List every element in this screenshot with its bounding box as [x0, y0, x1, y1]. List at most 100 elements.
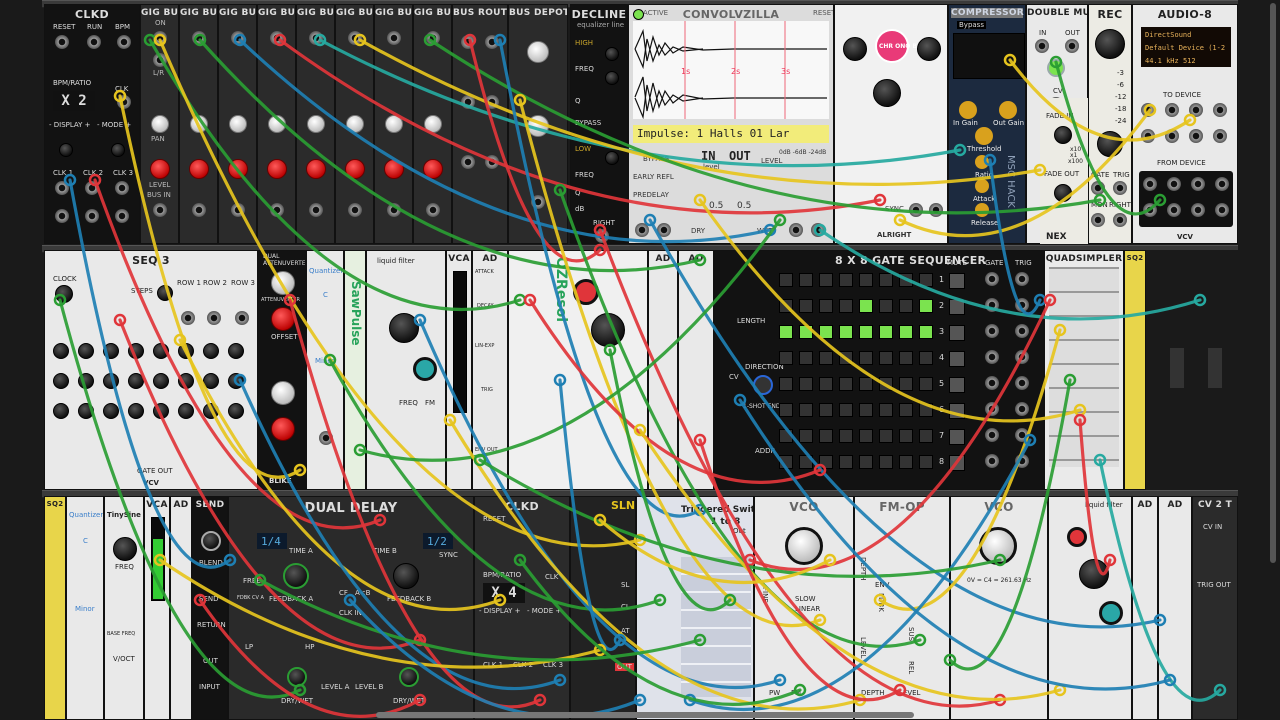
- pan-knob[interactable]: [151, 115, 169, 133]
- bus-jack[interactable]: [192, 203, 206, 217]
- step-knob[interactable]: [228, 403, 244, 419]
- feedback-b-knob[interactable]: [393, 563, 419, 589]
- bus-jack[interactable]: [309, 203, 323, 217]
- gate-step-led[interactable]: [839, 299, 853, 313]
- out-gain-knob[interactable]: [999, 101, 1017, 119]
- gig-bus-module[interactable]: GIG BUS: [257, 4, 296, 244]
- left-jack[interactable]: [1091, 213, 1105, 227]
- input-jack[interactable]: [387, 31, 401, 45]
- mute-button[interactable]: [1047, 59, 1065, 77]
- high-knob[interactable]: [605, 47, 619, 61]
- liquid-filter-module[interactable]: liquid filter FREQ FM: [366, 250, 446, 490]
- gate-step-led[interactable]: [839, 455, 853, 469]
- to-device-jack[interactable]: [1189, 103, 1203, 117]
- bus-jack[interactable]: [387, 203, 401, 217]
- to-device-jack[interactable]: [1165, 103, 1179, 117]
- input-jack[interactable]: [153, 31, 167, 45]
- gate-step-led[interactable]: [859, 429, 873, 443]
- freq-knob[interactable]: [785, 527, 823, 565]
- gate-step-led[interactable]: [899, 351, 913, 365]
- from-device-jack[interactable]: [1215, 177, 1229, 191]
- step-knob[interactable]: [203, 403, 219, 419]
- level-knob[interactable]: [189, 159, 209, 179]
- cv2t-module[interactable]: CV 2 T CV IN TRIG OUT: [1192, 496, 1238, 720]
- attack-knob[interactable]: [975, 179, 989, 193]
- level-knob[interactable]: [384, 159, 404, 179]
- compressor-module[interactable]: COMPRESSOR Bypass In Gain Out Gain Thres…: [948, 4, 1026, 244]
- gate-step-led[interactable]: [799, 351, 813, 365]
- to-device-jack[interactable]: [1165, 129, 1179, 143]
- ad-module[interactable]: AD: [678, 250, 714, 490]
- to-device-jack[interactable]: [1189, 129, 1203, 143]
- steps-knob[interactable]: [157, 285, 173, 301]
- freq-knob[interactable]: [979, 527, 1017, 565]
- gate-step-led[interactable]: [779, 377, 793, 391]
- gate-out-jack[interactable]: [985, 350, 999, 364]
- run-jack[interactable]: [87, 35, 101, 49]
- reset-jack[interactable]: [55, 35, 69, 49]
- gate-step-led[interactable]: [819, 273, 833, 287]
- gate-step-led[interactable]: [779, 351, 793, 365]
- gig-bus-module[interactable]: GIG BUS: [296, 4, 335, 244]
- gate-step-led[interactable]: [819, 403, 833, 417]
- sq2-module[interactable]: SQ2: [1124, 250, 1146, 490]
- gate-step-led[interactable]: [779, 325, 793, 339]
- from-device-jack[interactable]: [1167, 203, 1181, 217]
- row-mute-button[interactable]: [949, 429, 965, 445]
- gig-bus-module[interactable]: GIG BUS: [335, 4, 374, 244]
- gate-step-led[interactable]: [919, 429, 933, 443]
- gig-bus-module[interactable]: GIG BUS: [179, 4, 218, 244]
- from-device-jack[interactable]: [1143, 177, 1157, 191]
- gate-step-led[interactable]: [779, 403, 793, 417]
- bus-jack[interactable]: [270, 203, 284, 217]
- step-knob[interactable]: [153, 373, 169, 389]
- step-knob[interactable]: [53, 343, 69, 359]
- cutoff-knob[interactable]: [389, 313, 419, 343]
- rec-level-knob[interactable]: [1097, 131, 1123, 157]
- right-jack[interactable]: [1113, 213, 1127, 227]
- step-knob[interactable]: [228, 373, 244, 389]
- gate-step-led[interactable]: [779, 299, 793, 313]
- gate-step-led[interactable]: [779, 273, 793, 287]
- resonance-knob[interactable]: [1099, 601, 1123, 625]
- impulse-display[interactable]: Impulse: 1 Halls 01 Lar: [633, 125, 829, 143]
- step-knob[interactable]: [178, 373, 194, 389]
- gate-step-led[interactable]: [819, 429, 833, 443]
- gate-out-jack[interactable]: [985, 454, 999, 468]
- fade-out-knob[interactable]: [1054, 184, 1072, 202]
- clk-jack[interactable]: [117, 95, 131, 109]
- triggered-switch-module[interactable]: Triggered Switch 1 to 8 In Out: [636, 496, 754, 720]
- vca-module[interactable]: VCA: [446, 250, 472, 490]
- direction-knob[interactable]: [753, 375, 773, 395]
- trig-jack[interactable]: [1113, 181, 1127, 195]
- gate-step-led[interactable]: [839, 429, 853, 443]
- run-out-jack[interactable]: [85, 209, 99, 223]
- device-screen[interactable]: DirectSound Default Device (1-2 44.1 kHz…: [1141, 27, 1231, 67]
- step-knob[interactable]: [128, 373, 144, 389]
- pan-knob[interactable]: [346, 115, 364, 133]
- step-knob[interactable]: [153, 403, 169, 419]
- feedback-a-knob[interactable]: [283, 563, 309, 589]
- dual-attenuverter-module[interactable]: DUAL ATTENUVERTER ATTENUVERTER OFFSET BL…: [258, 250, 306, 490]
- gate-step-led[interactable]: [919, 273, 933, 287]
- bus-jack[interactable]: [153, 203, 167, 217]
- step-knob[interactable]: [228, 343, 244, 359]
- gate-step-led[interactable]: [879, 377, 893, 391]
- decline-module[interactable]: DECLINE equalizer line HIGH FREQ Q BYPAS…: [570, 4, 628, 244]
- gate-step-led[interactable]: [859, 299, 873, 313]
- reset-out-jack[interactable]: [55, 209, 69, 223]
- bus-jack[interactable]: [426, 203, 440, 217]
- resol-red-knob[interactable]: [573, 279, 599, 305]
- in-jack[interactable]: [1035, 39, 1049, 53]
- depot-jack[interactable]: [531, 195, 545, 209]
- input-jack[interactable]: [192, 31, 206, 45]
- send-level-knob[interactable]: [201, 531, 221, 551]
- gate-step-led[interactable]: [859, 403, 873, 417]
- dual-delay-module[interactable]: DUAL DELAY 1/4 1/2 TIME A TIME B SYNC FE…: [228, 496, 474, 720]
- gate-step-led[interactable]: [779, 429, 793, 443]
- mode-knob[interactable]: [111, 143, 125, 157]
- route-jack[interactable]: [461, 155, 475, 169]
- vertical-scrollbar[interactable]: [1270, 3, 1276, 563]
- audio8-module[interactable]: AUDIO-8 DirectSound Default Device (1-2 …: [1132, 4, 1238, 244]
- step-knob[interactable]: [128, 343, 144, 359]
